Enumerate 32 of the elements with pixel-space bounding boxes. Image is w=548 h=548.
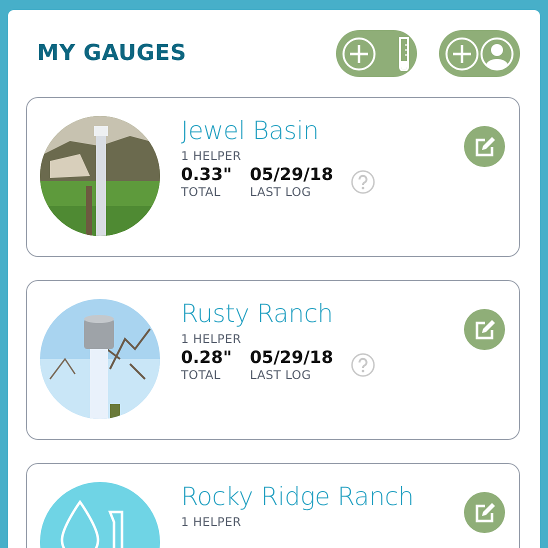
edit-icon <box>474 136 496 158</box>
last-log-date: 05/29/18 <box>250 348 334 368</box>
gauge-card[interactable]: Jewel Basin 1 HELPER 0.33" TOTAL 05/29/18 LAST LOG <box>26 97 520 257</box>
add-gauge-button[interactable] <box>336 30 417 77</box>
help-icon[interactable] <box>351 170 376 194</box>
edit-icon <box>474 318 496 340</box>
edit-button[interactable] <box>464 126 505 167</box>
plus-icon <box>342 36 376 70</box>
edit-button[interactable] <box>464 492 505 533</box>
gauge-name: Rusty Ranch <box>181 299 334 329</box>
help-icon[interactable] <box>351 353 376 377</box>
helper-count: 1 HELPER <box>181 149 242 163</box>
last-log-label: LAST LOG <box>250 368 312 382</box>
helper-count: 1 HELPER <box>181 332 242 346</box>
edit-button[interactable] <box>464 309 505 350</box>
page-title: MY GAUGES <box>37 41 188 66</box>
test-tube-icon <box>397 36 411 70</box>
add-helper-button[interactable] <box>439 30 520 77</box>
edit-icon <box>474 502 496 524</box>
last-log-date: 05/29/18 <box>250 165 334 185</box>
gauge-card[interactable]: Rusty Ranch 1 HELPER 0.28" TOTAL 05/29/18 LAST LOG <box>26 280 520 440</box>
total-value: 0.33" <box>181 165 232 185</box>
plus-icon <box>445 36 479 70</box>
last-log-label: LAST LOG <box>250 185 312 199</box>
gauge-name: Rocky Ridge Ranch <box>181 482 415 512</box>
gauge-card[interactable]: Rocky Ridge Ranch 1 HELPER <box>26 463 520 548</box>
user-icon <box>480 36 514 70</box>
gauge-name: Jewel Basin <box>181 116 320 146</box>
total-label: TOTAL <box>181 185 222 199</box>
total-label: TOTAL <box>181 368 222 382</box>
helper-count: 1 HELPER <box>181 515 242 529</box>
total-value: 0.28" <box>181 348 232 368</box>
